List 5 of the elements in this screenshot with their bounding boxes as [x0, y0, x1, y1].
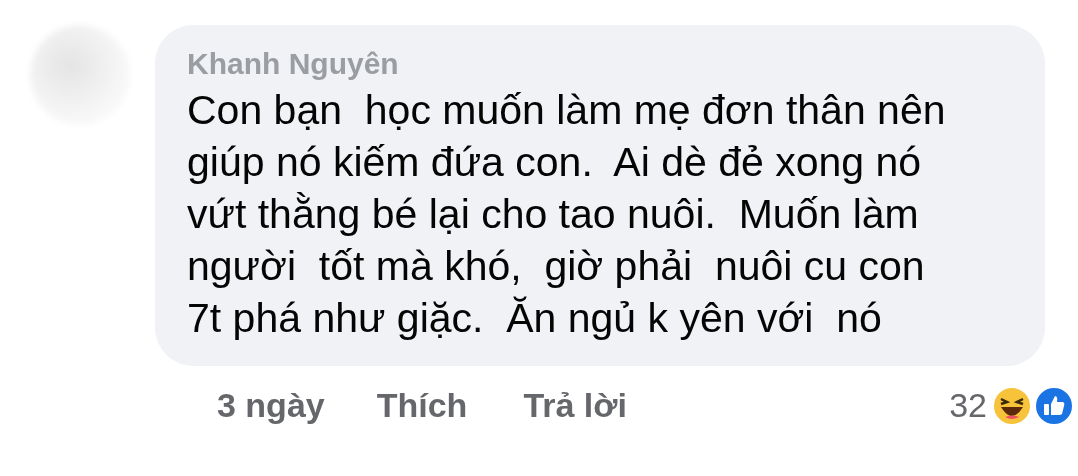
reaction-count[interactable]: 32 [949, 380, 987, 431]
reply-link[interactable]: Trả lời [523, 380, 627, 431]
like-link[interactable]: Thích [376, 380, 468, 431]
timestamp: 3 ngày [217, 385, 325, 426]
comment-text: Con bạn học muốn làm mẹ đơn thân nên giúp nó kiếm đứa con. Ai dè đẻ xong nó vứt thằng bé lại cho tao nuôi. Muốn làm người tốt mà khó, giờ phải nuôi cu con 7t phá như giặc. Ăn ngủ k yên với nó [187, 86, 947, 343]
